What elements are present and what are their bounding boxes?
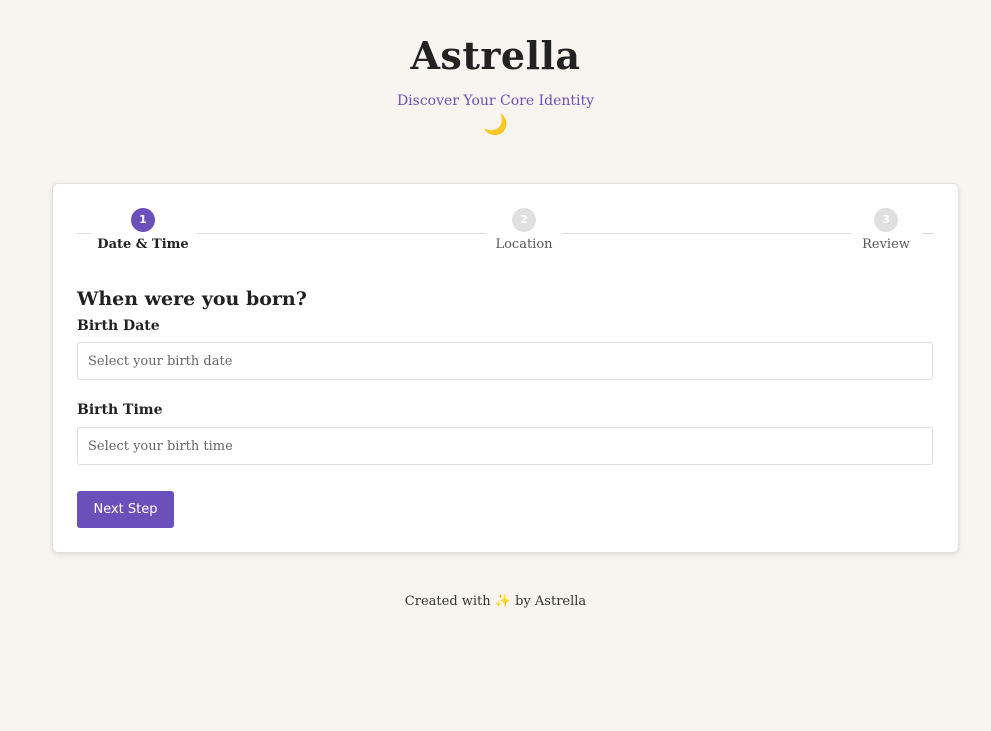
step-label: Location [495, 237, 553, 252]
step-label: Review [862, 237, 910, 252]
step-label: Date & Time [97, 237, 189, 252]
app-subtitle: Discover Your Core Identity [396, 93, 595, 109]
form-card: 1 Date & Time 2 Location 3 Review When w… [52, 183, 959, 553]
birth-time-input[interactable] [77, 427, 933, 465]
stepper-line [561, 233, 852, 234]
moon-icon: 🌙 [483, 112, 508, 136]
stepper-line [197, 233, 487, 234]
birth-date-input[interactable] [77, 342, 933, 380]
next-step-button[interactable]: Next Step [77, 491, 174, 528]
stepper-line [77, 233, 91, 234]
step-number: 2 [512, 208, 536, 232]
page-header: Astrella Discover Your Core Identity 🌙 [0, 30, 991, 136]
stepper: 1 Date & Time 2 Location 3 Review [77, 208, 934, 260]
sparkle-icon: ✨ [494, 594, 511, 609]
step-date-time: 1 Date & Time [93, 208, 193, 253]
footer-suffix: by Astrella [515, 594, 587, 609]
step-number: 3 [874, 208, 898, 232]
page-footer: Created with ✨ by Astrella [0, 594, 991, 609]
step-number: 1 [131, 208, 155, 232]
birth-time-label: Birth Time [77, 402, 163, 418]
step-location: 2 Location [474, 208, 574, 253]
footer-prefix: Created with [404, 594, 491, 609]
birth-date-label: Birth Date [77, 318, 160, 334]
form-title: When were you born? [77, 288, 307, 310]
app-title: Astrella [410, 33, 581, 78]
step-review: 3 Review [836, 208, 936, 253]
